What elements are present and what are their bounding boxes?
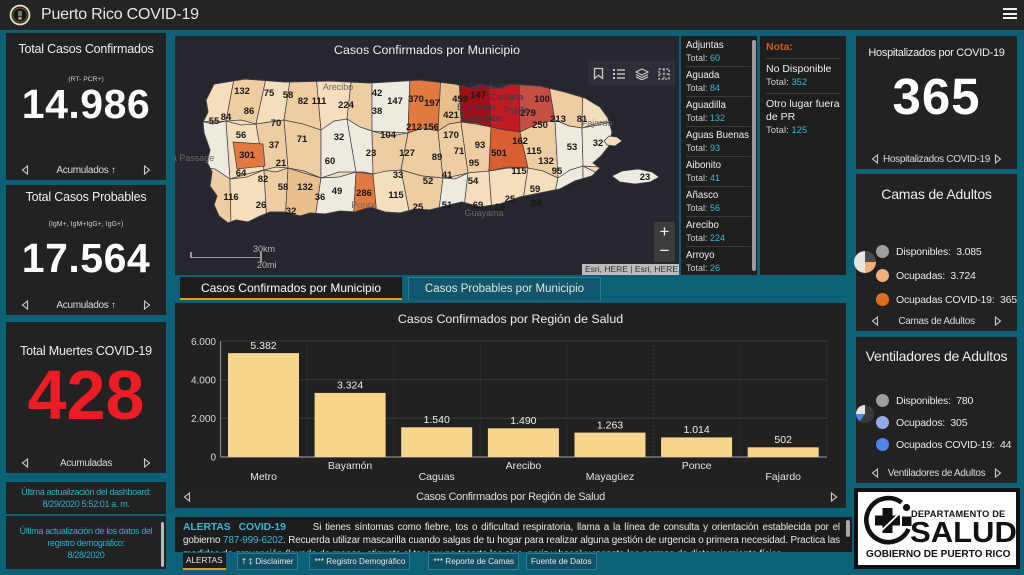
svg-text:42: 42 xyxy=(372,88,383,99)
svg-text:89: 89 xyxy=(432,152,443,163)
svg-text:Ponce: Ponce xyxy=(682,460,712,472)
svg-text:a Passage: a Passage xyxy=(175,153,214,163)
svg-text:82: 82 xyxy=(298,96,309,107)
svg-text:5.382: 5.382 xyxy=(250,340,276,352)
svg-text:32: 32 xyxy=(593,138,604,149)
svg-text:58: 58 xyxy=(278,182,289,193)
svg-text:86: 86 xyxy=(244,106,255,117)
svg-text:64: 64 xyxy=(236,168,247,179)
svg-text:95: 95 xyxy=(552,166,563,177)
svg-text:23: 23 xyxy=(366,148,377,159)
svg-text:93: 93 xyxy=(475,140,486,151)
svg-text:Fajardo: Fajardo xyxy=(582,118,613,128)
svg-text:Trujillo: Trujillo xyxy=(503,105,529,115)
svg-text:100: 100 xyxy=(534,94,550,105)
svg-text:53: 53 xyxy=(567,142,578,153)
svg-text:Arecibo: Arecibo xyxy=(506,460,542,472)
svg-text:Bayamón: Bayamón xyxy=(328,460,373,472)
svg-text:25: 25 xyxy=(505,194,516,205)
svg-text:52: 52 xyxy=(423,176,434,187)
svg-text:1.490: 1.490 xyxy=(510,415,536,427)
svg-text:301: 301 xyxy=(239,150,256,161)
svg-text:212: 212 xyxy=(406,122,422,133)
svg-text:54: 54 xyxy=(468,176,479,187)
svg-text:224: 224 xyxy=(338,100,355,111)
svg-text:115: 115 xyxy=(511,166,527,177)
svg-text:32: 32 xyxy=(334,132,345,143)
svg-text:250: 250 xyxy=(532,120,548,131)
svg-text:75: 75 xyxy=(264,88,275,99)
svg-text:82: 82 xyxy=(258,174,269,185)
svg-text:55: 55 xyxy=(209,116,220,127)
svg-text:84: 84 xyxy=(221,112,232,123)
svg-text:71: 71 xyxy=(454,146,465,157)
svg-text:127: 127 xyxy=(399,148,415,159)
svg-text:71: 71 xyxy=(297,134,308,145)
svg-text:24: 24 xyxy=(531,198,542,209)
svg-text:Fajardo: Fajardo xyxy=(765,471,801,483)
svg-text:116: 116 xyxy=(223,192,238,203)
svg-text:Arecibo: Arecibo xyxy=(323,82,354,92)
svg-text:0: 0 xyxy=(210,453,216,464)
svg-text:Ponce: Ponce xyxy=(351,200,377,210)
svg-text:51: 51 xyxy=(442,200,453,211)
svg-text:Metro: Metro xyxy=(250,471,277,483)
svg-text:21: 21 xyxy=(276,158,287,169)
svg-text:San Juan: San Juan xyxy=(469,81,507,91)
svg-text:70: 70 xyxy=(271,118,282,129)
svg-text:132: 132 xyxy=(234,86,250,97)
svg-text:286: 286 xyxy=(356,188,372,199)
svg-text:132: 132 xyxy=(297,182,313,193)
svg-text:197: 197 xyxy=(424,98,440,109)
svg-text:Mayagüez: Mayagüez xyxy=(586,471,634,483)
svg-text:Bayamón: Bayamón xyxy=(457,102,495,112)
svg-text:156: 156 xyxy=(423,122,439,133)
svg-text:115: 115 xyxy=(388,190,404,201)
svg-text:56: 56 xyxy=(236,130,247,141)
svg-text:3.324: 3.324 xyxy=(337,380,363,392)
svg-text:104: 104 xyxy=(380,130,397,141)
svg-text:33: 33 xyxy=(393,170,404,181)
svg-text:58: 58 xyxy=(283,90,294,101)
svg-text:6.000: 6.000 xyxy=(191,337,216,348)
svg-text:501: 501 xyxy=(491,148,508,159)
svg-text:Caguas: Caguas xyxy=(419,471,455,483)
svg-text:213: 213 xyxy=(550,114,566,125)
svg-text:170: 170 xyxy=(443,130,459,141)
svg-text:147: 147 xyxy=(387,96,403,107)
svg-text:23: 23 xyxy=(640,172,651,183)
svg-text:60: 60 xyxy=(325,156,336,167)
svg-text:59: 59 xyxy=(530,184,541,195)
svg-text:Carolina: Carolina xyxy=(490,92,524,102)
svg-text:147: 147 xyxy=(470,90,486,101)
svg-text:111: 111 xyxy=(312,96,328,107)
svg-text:38: 38 xyxy=(372,106,383,117)
svg-text:Guaynabo: Guaynabo xyxy=(461,113,503,123)
svg-text:1.263: 1.263 xyxy=(597,419,623,431)
svg-text:1.014: 1.014 xyxy=(683,424,709,436)
svg-text:370: 370 xyxy=(408,94,424,105)
svg-text:1.540: 1.540 xyxy=(424,414,450,426)
svg-text:25: 25 xyxy=(413,202,424,213)
svg-text:36: 36 xyxy=(315,192,326,203)
svg-text:2.000: 2.000 xyxy=(191,414,216,425)
svg-text:Guayama: Guayama xyxy=(464,208,503,218)
svg-text:32: 32 xyxy=(286,206,297,217)
svg-text:37: 37 xyxy=(269,140,280,151)
svg-text:4.000: 4.000 xyxy=(191,376,216,387)
svg-text:41: 41 xyxy=(442,170,453,181)
svg-text:502: 502 xyxy=(774,434,792,446)
svg-text:26: 26 xyxy=(256,200,267,211)
svg-text:95: 95 xyxy=(469,158,480,169)
svg-text:49: 49 xyxy=(332,186,343,197)
